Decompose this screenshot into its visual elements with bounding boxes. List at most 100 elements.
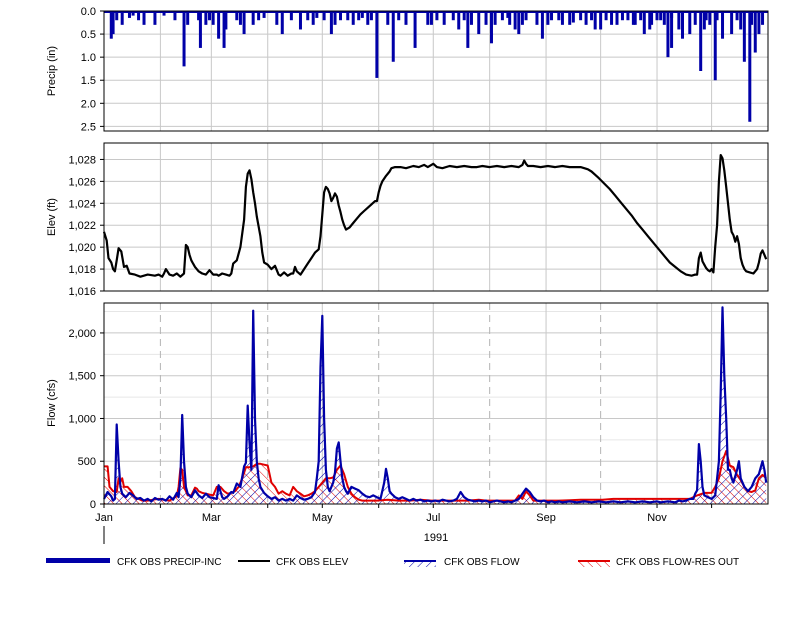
precip-bar	[708, 11, 712, 25]
precip-bar	[127, 11, 131, 18]
x-tick-label: Jan	[95, 512, 113, 524]
precip-bar	[224, 11, 228, 30]
flow-panel: 0 500 1,000 1,500 2,000 Flow (cfs)	[46, 302, 769, 511]
precip-bar	[677, 11, 681, 30]
precip-bar	[639, 11, 643, 21]
precip-bar	[457, 11, 461, 30]
precip-bar	[386, 11, 390, 25]
precip-ytick-label: 0.0	[81, 6, 96, 18]
legend-label-flow: CFK OBS FLOW	[444, 557, 520, 568]
precip-bar	[489, 11, 493, 44]
precip-bar	[748, 11, 752, 122]
precip-y-axis-title: Precip (in)	[46, 46, 58, 96]
precip-bar	[333, 11, 337, 25]
precip-bar	[204, 11, 208, 25]
precip-bar	[322, 11, 326, 21]
precip-bar	[513, 11, 517, 30]
precip-bar	[466, 11, 470, 48]
flow-ytick-label: 1,000	[68, 413, 96, 425]
precip-bar	[115, 11, 119, 21]
precip-bar	[500, 11, 504, 21]
precip-bar	[391, 11, 395, 62]
precip-ytick-label: 1.5	[81, 75, 96, 87]
precip-bar	[346, 11, 350, 21]
precip-bar	[506, 11, 510, 18]
x-tick-label: Mar	[202, 512, 221, 524]
precip-bar	[451, 11, 455, 21]
precip-bar	[338, 11, 342, 21]
legend-item-elev: CFK OBS ELEV	[238, 557, 349, 568]
precip-bar	[535, 11, 539, 25]
precip-bar	[584, 11, 588, 25]
legend: CFK OBS PRECIP-INC CFK OBS ELEV CFK OBS …	[46, 557, 739, 568]
flow-y-ticks: 0 500 1,000 1,500 2,000	[68, 328, 104, 511]
precip-ytick-label: 2.0	[81, 98, 96, 110]
flow-ytick-label: 1,500	[68, 371, 96, 383]
precip-bar	[311, 11, 315, 25]
precip-bar	[750, 11, 754, 25]
precip-bar	[599, 11, 603, 30]
precip-bar	[360, 11, 364, 18]
precip-bar	[721, 11, 725, 39]
flow-ytick-label: 2,000	[68, 328, 96, 340]
precip-bar	[217, 11, 221, 39]
flow-ytick-label: 0	[90, 499, 96, 511]
precip-bar	[469, 11, 473, 25]
precip-bar	[517, 11, 521, 35]
year-label: 1991	[424, 532, 448, 544]
elev-ytick-label: 1,024	[68, 198, 96, 210]
x-tick-label: May	[312, 512, 333, 524]
precip-bar	[153, 11, 157, 25]
precip-bar	[540, 11, 544, 39]
precip-bar	[375, 11, 379, 78]
precip-bar	[699, 11, 703, 71]
precip-bar	[120, 11, 124, 25]
precip-bar	[655, 11, 659, 21]
elev-ytick-label: 1,022	[68, 220, 96, 232]
precip-panel: 0.0 0.5 1.0 1.5 2.0 2.5 Precip (in)	[46, 6, 769, 133]
precip-bar	[590, 11, 594, 21]
precip-bar	[238, 11, 242, 25]
precip-bar	[493, 11, 497, 25]
elev-ytick-label: 1,020	[68, 242, 96, 254]
precip-bar	[680, 11, 684, 39]
precip-ytick-label: 1.0	[81, 52, 96, 64]
elev-ytick-label: 1,026	[68, 176, 96, 188]
elev-panel: 1,016 1,018 1,020 1,022 1,024 1,026 1,028 Elev…	[46, 142, 769, 298]
precip-bar	[413, 11, 417, 48]
precip-bar	[666, 11, 670, 58]
precip-bar	[298, 11, 302, 30]
precip-bar	[369, 11, 373, 21]
precip-bar	[435, 11, 439, 21]
precip-bar	[730, 11, 734, 35]
legend-item-flow: CFK OBS FLOW	[404, 557, 520, 568]
precip-bar	[579, 11, 583, 21]
precip-bar	[550, 11, 554, 21]
flow-y-axis-title: Flow (cfs)	[46, 379, 58, 427]
precip-bar	[620, 11, 624, 21]
elev-y-ticks: 1,016 1,018 1,020 1,022 1,024 1,026 1,028	[68, 154, 104, 298]
precip-bar	[329, 11, 333, 35]
precip-bar	[546, 11, 550, 25]
precip-ytick-label: 0.5	[81, 29, 96, 41]
elev-ytick-label: 1,018	[68, 264, 96, 276]
elev-ytick-label: 1,016	[68, 286, 96, 298]
precip-bar	[306, 11, 310, 21]
x-tick-label: Sep	[536, 512, 556, 524]
precip-bar	[429, 11, 433, 25]
precip-bar	[262, 11, 266, 18]
precip-y-ticks: 0.0 0.5 1.0 1.5 2.0 2.5	[81, 6, 104, 133]
precip-bar	[351, 11, 355, 25]
precip-bar	[593, 11, 597, 30]
precip-bar	[477, 11, 481, 35]
precip-bar	[615, 11, 619, 25]
precip-bar	[462, 11, 466, 21]
precip-bar	[524, 11, 528, 21]
x-tick-label: Nov	[647, 512, 667, 524]
precip-bar	[715, 11, 719, 21]
precip-bar	[642, 11, 646, 35]
precip-bar	[735, 11, 739, 21]
elev-y-axis-title: Elev (ft)	[46, 198, 58, 236]
precip-bar	[357, 11, 361, 21]
precip-bar	[761, 11, 765, 25]
